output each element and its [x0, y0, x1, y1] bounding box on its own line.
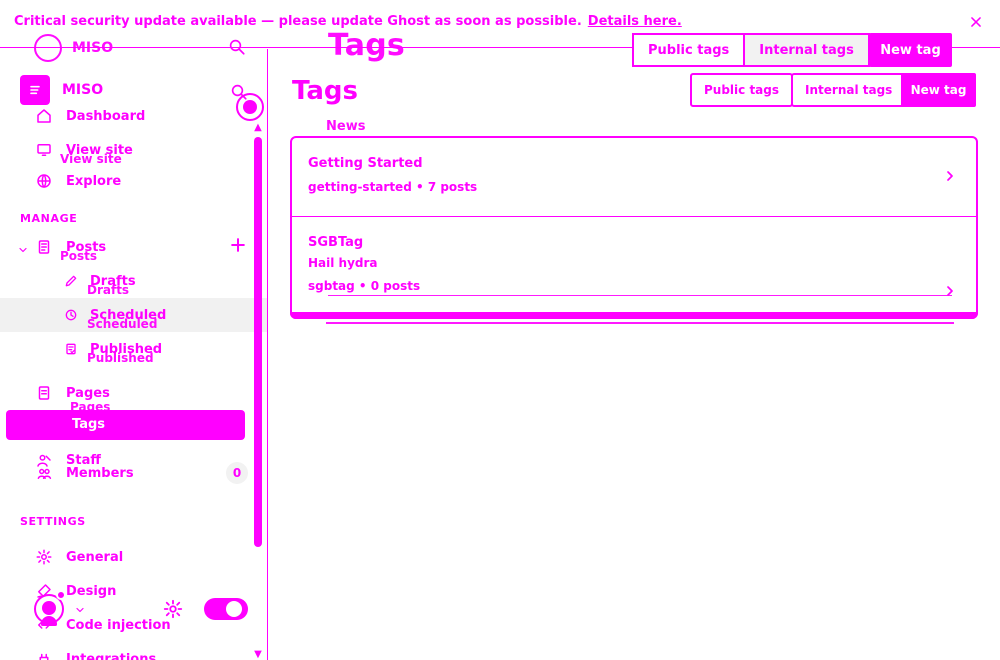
tag-name: Getting Started [308, 156, 423, 171]
sidebar-item-general[interactable]: General [34, 546, 123, 568]
sidebar-item-integrations[interactable]: Integrations [34, 648, 156, 660]
sidebar-item-label: Explore [66, 173, 122, 189]
sidebar-item-tags[interactable]: Tags [6, 410, 245, 440]
tag-meta: getting-started • 7 posts [308, 180, 478, 194]
ghost-list-header: News [326, 119, 366, 134]
sidebar-item-label: View site [60, 152, 122, 166]
published-icon [62, 340, 80, 358]
tags-list-card: Getting Started getting-started • 7 post… [290, 136, 978, 319]
ghost-divider [328, 295, 952, 296]
gear-icon [34, 547, 54, 567]
tag-row[interactable]: Getting Started getting-started • 7 post… [292, 138, 976, 216]
row-chevron [942, 283, 958, 299]
chevron-down-icon-svg [76, 607, 84, 613]
sidebar-scrollbar[interactable]: ▲ ▼ [252, 121, 264, 660]
sidebar-subitem-drafts-ghost: Drafts [87, 279, 129, 301]
chevron-down-icon [19, 247, 27, 253]
page-title: Tags [292, 76, 359, 106]
sidebar-item-label: Members [66, 465, 134, 481]
pencil-icon [62, 272, 80, 290]
monitor-icon [34, 140, 54, 160]
clock-icon [62, 306, 80, 324]
sidebar-footer [0, 584, 267, 644]
main-content: Tags Public tags Internal tags New tag N… [268, 49, 1000, 660]
update-banner: Critical security update available — ple… [0, 0, 1000, 48]
sidebar-item-label: General [66, 549, 124, 565]
sidebar-item-label: Dashboard [66, 108, 146, 124]
avatar-status-dot [56, 590, 66, 600]
settings-gear-button[interactable] [162, 598, 184, 620]
app-root: Critical security update available — ple… [0, 0, 1000, 660]
sidebar-subitem-label: Scheduled [87, 317, 158, 331]
scroll-down-arrow-icon[interactable]: ▼ [252, 648, 264, 660]
scroll-thumb[interactable] [254, 137, 262, 547]
sidebar-nav: Dashboard View site View site Explore MA… [0, 49, 252, 660]
banner-close-button[interactable] [968, 14, 984, 30]
chevron-right-icon [947, 171, 953, 181]
sidebar-subitem-label: Drafts [87, 283, 130, 297]
posts-icon [34, 237, 54, 257]
sidebar: MISO Dashboard View site View site Explo… [0, 49, 268, 660]
integrations-icon [34, 649, 54, 660]
close-icon [971, 17, 981, 27]
sidebar-item-dashboard[interactable]: Dashboard [34, 105, 145, 127]
members-icon [34, 463, 54, 483]
pages-icon [34, 383, 54, 403]
tag-meta: sgbtag • 0 posts [308, 279, 421, 293]
tags-tabs: Public tags Internal tags [690, 73, 907, 107]
sidebar-item-explore[interactable]: Explore [34, 170, 121, 192]
tag-description: Hail hydra [308, 256, 378, 270]
sidebar-subitem-published-ghost: Published [87, 347, 154, 369]
sidebar-item-posts-ghost: Posts [60, 245, 97, 267]
tab-internal-tags[interactable]: Internal tags [791, 73, 907, 107]
sidebar-item-members[interactable]: Members [34, 462, 134, 484]
tab-public-tags[interactable]: Public tags [690, 73, 794, 107]
chevron-right-icon [947, 286, 953, 296]
sidebar-item-label: Posts [60, 249, 98, 263]
dark-mode-toggle[interactable] [204, 598, 248, 620]
new-tag-button[interactable]: New tag [901, 73, 976, 107]
sidebar-item-label: Integrations [66, 651, 157, 660]
tag-name: SGBTag [308, 235, 364, 250]
scroll-up-arrow-icon[interactable]: ▲ [252, 121, 264, 133]
sidebar-item-label: Tags [72, 417, 106, 432]
sidebar-subitem-label: Published [87, 351, 154, 365]
members-count-badge: 0 [226, 462, 248, 484]
sidebar-subitem-scheduled-ghost: Scheduled [87, 313, 157, 335]
banner-message: Critical security update available — ple… [14, 14, 582, 29]
ghost-divider-2 [326, 322, 954, 324]
globe-icon [34, 171, 54, 191]
sidebar-item-view-site-ghost: View site [60, 148, 122, 170]
chevron-down-icon[interactable] [74, 604, 86, 616]
row-chevron [942, 168, 958, 184]
section-settings: SETTINGS [20, 515, 86, 528]
home-icon [34, 106, 54, 126]
banner-details-link[interactable]: Details here. [588, 14, 682, 29]
add-post-button[interactable] [228, 235, 248, 255]
posts-collapse-toggle[interactable] [16, 243, 30, 257]
section-manage: MANAGE [20, 212, 78, 225]
tag-row[interactable]: SGBTag Hail hydra sgbtag • 0 posts [292, 216, 976, 319]
